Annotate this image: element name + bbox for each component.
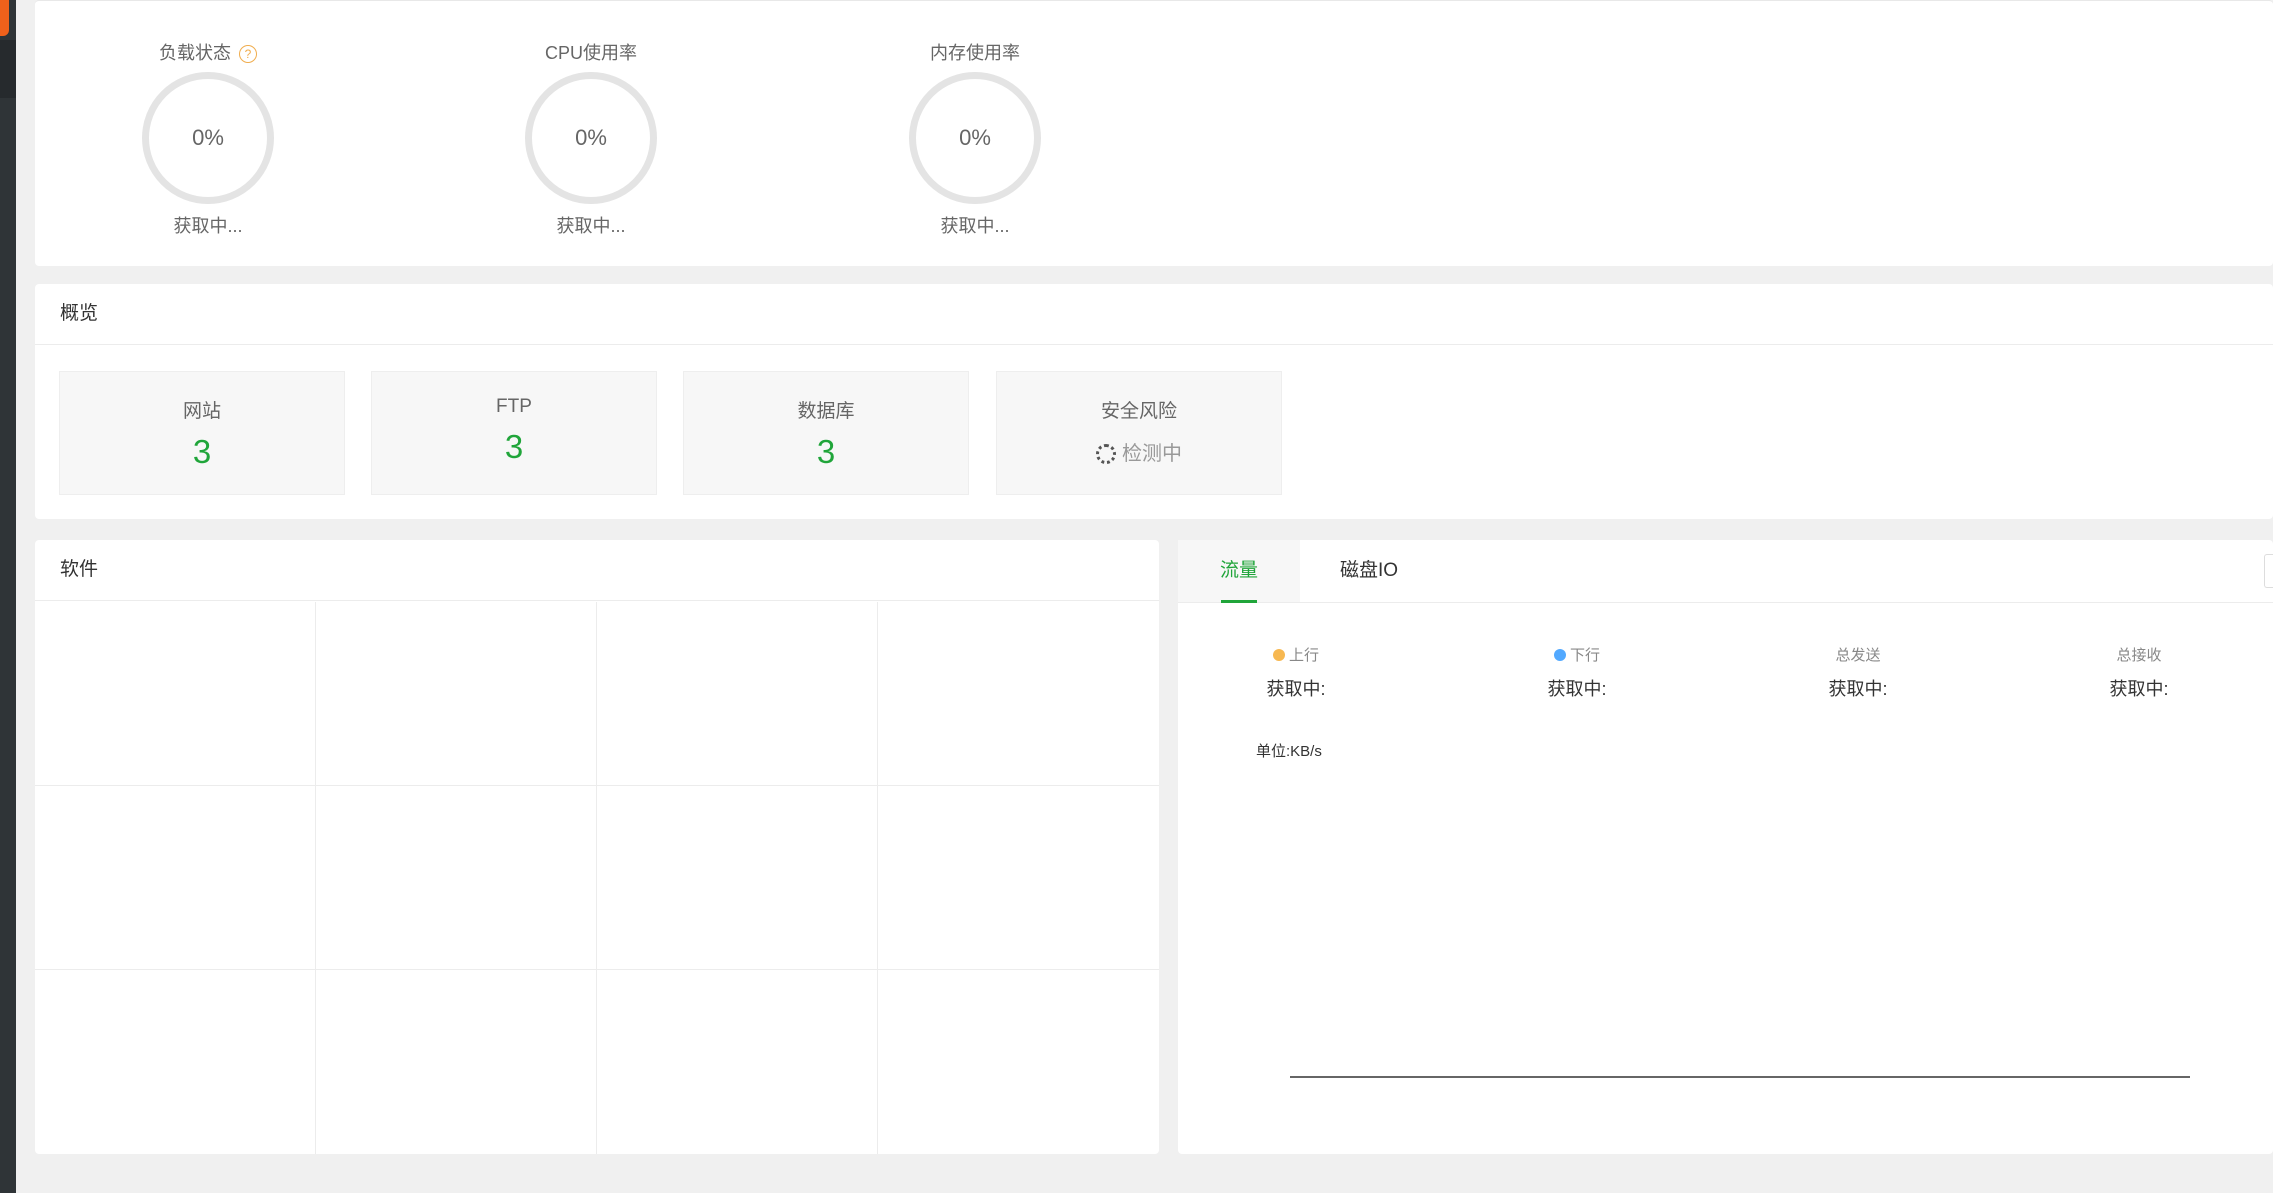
- memory-gauge-title: 内存使用率: [930, 43, 1020, 63]
- overview-card-ftp[interactable]: FTP 3: [371, 371, 657, 495]
- cpu-gauge-status: 获取中...: [556, 216, 626, 236]
- upload-dot-icon: [1272, 649, 1285, 661]
- load-gauge-title: 负载状态?: [128, 40, 288, 66]
- stat-upload-label: 上行: [1216, 644, 1376, 665]
- tab-disk-io[interactable]: 磁盘IO: [1340, 540, 1398, 602]
- load-gauge-ring: 0%: [142, 72, 274, 204]
- stat-download-label-text: 下行: [1569, 647, 1600, 664]
- security-status: 检测中: [997, 437, 1281, 466]
- status-panel: 负载状态? 0% 获取中... CPU使用率 0% 获取中... 内存使用率 0…: [35, 0, 2273, 266]
- traffic-panel: 流量 磁盘IO 上行 获取中: 下行 获取中: 总发送 获取中: 总接收 获取中…: [1178, 540, 2273, 1154]
- software-title: 软件: [35, 540, 1159, 601]
- chart-unit-label: 单位:KB/s: [1256, 743, 1322, 760]
- software-slot[interactable]: [878, 970, 1159, 1154]
- software-slot[interactable]: [597, 970, 878, 1154]
- loading-spinner-icon: [1096, 444, 1116, 464]
- software-slot[interactable]: [597, 602, 878, 786]
- overview-card-label: FTP: [496, 396, 532, 417]
- memory-gauge-status: 获取中...: [940, 216, 1010, 236]
- sidebar-strip: [0, 0, 16, 1193]
- software-slot[interactable]: [878, 786, 1159, 970]
- memory-gauge[interactable]: 内存使用率 0% 获取中...: [895, 40, 1055, 238]
- overview-card-security[interactable]: 安全风险 检测中: [996, 371, 1282, 495]
- overview-card-websites[interactable]: 网站 3: [59, 371, 345, 495]
- tab-traffic[interactable]: 流量: [1178, 540, 1300, 603]
- software-slot[interactable]: [35, 786, 316, 970]
- overview-title: 概览: [35, 284, 2273, 345]
- stat-upload-value: 获取中:: [1266, 679, 1326, 699]
- software-slot[interactable]: [316, 602, 597, 786]
- overview-card-label: 安全风险: [1100, 401, 1177, 422]
- load-gauge[interactable]: 负载状态? 0% 获取中...: [128, 40, 288, 238]
- overview-panel: 概览 网站 3 FTP 3 数据库 3 安全风险 检测中: [35, 284, 2273, 519]
- traffic-tabs: 流量 磁盘IO: [1178, 540, 2273, 603]
- cpu-gauge-title: CPU使用率: [544, 43, 637, 63]
- cpu-gauge-ring: 0%: [525, 72, 657, 204]
- chart-x-axis: [1290, 1076, 2190, 1078]
- stat-total-sent: 总发送 获取中:: [1778, 644, 1938, 701]
- security-status-text: 检测中: [1122, 443, 1182, 465]
- memory-gauge-ring: 0%: [909, 72, 1041, 204]
- stat-upload-label-text: 上行: [1288, 647, 1319, 664]
- download-dot-icon: [1553, 649, 1566, 661]
- stat-total-received-value: 获取中:: [2109, 679, 2169, 699]
- overview-card-databases[interactable]: 数据库 3: [683, 371, 969, 495]
- stat-download: 下行 获取中:: [1497, 644, 1657, 701]
- stat-download-value: 获取中:: [1547, 679, 1607, 699]
- overview-card-label: 数据库: [797, 401, 855, 422]
- software-slot[interactable]: [597, 786, 878, 970]
- interface-select[interactable]: [2264, 554, 2273, 588]
- stat-download-label: 下行: [1497, 644, 1657, 665]
- software-slot[interactable]: [316, 970, 597, 1154]
- overview-card-value[interactable]: 3: [60, 433, 344, 471]
- software-grid: [35, 602, 1159, 1154]
- overview-card-value[interactable]: 3: [684, 433, 968, 471]
- sidebar-active-item[interactable]: [0, 40, 16, 98]
- stat-total-sent-label: 总发送: [1835, 647, 1881, 664]
- overview-card-value[interactable]: 3: [372, 428, 656, 466]
- load-gauge-status: 获取中...: [173, 216, 243, 236]
- stat-total-received: 总接收 获取中:: [2059, 644, 2219, 701]
- sidebar-logo-accent[interactable]: [0, 0, 9, 36]
- software-slot[interactable]: [35, 602, 316, 786]
- help-icon[interactable]: ?: [239, 45, 257, 64]
- stat-total-received-label: 总接收: [2116, 647, 2162, 664]
- software-panel: 软件: [35, 540, 1159, 1154]
- stat-upload: 上行 获取中:: [1216, 644, 1376, 701]
- software-slot[interactable]: [316, 786, 597, 970]
- cpu-gauge[interactable]: CPU使用率 0% 获取中...: [511, 40, 671, 238]
- overview-card-label: 网站: [182, 401, 221, 422]
- stat-total-sent-value: 获取中:: [1828, 679, 1888, 699]
- load-gauge-title-text: 负载状态: [159, 43, 231, 63]
- software-slot[interactable]: [35, 970, 316, 1154]
- software-slot[interactable]: [878, 602, 1159, 786]
